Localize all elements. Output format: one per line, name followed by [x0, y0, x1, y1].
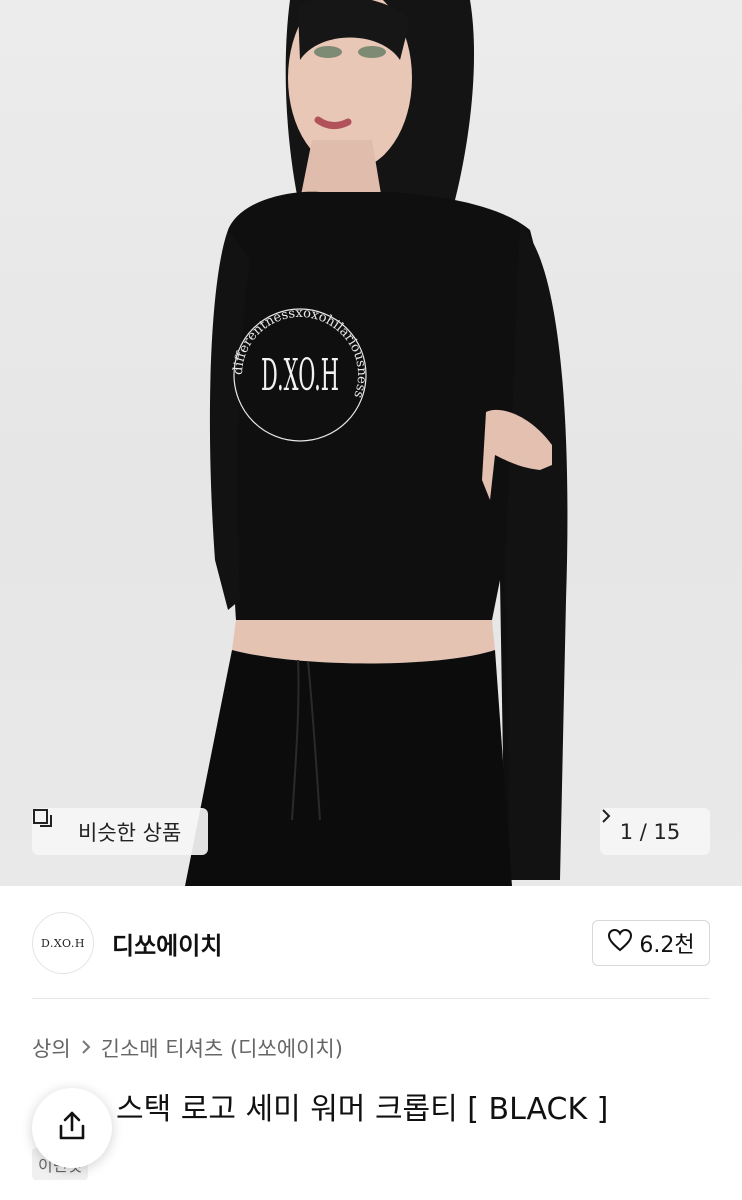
- like-button[interactable]: 6.2천: [592, 920, 710, 966]
- image-pager[interactable]: 1 / 15: [600, 808, 710, 855]
- breadcrumb-subcategory[interactable]: 긴소매 티셔츠 (디쏘에이치): [101, 1033, 343, 1063]
- like-count: 6.2천: [639, 933, 695, 958]
- chest-logo: D.XO.H: [261, 350, 339, 401]
- heart-icon: [607, 928, 633, 958]
- chevron-right-icon: [81, 1036, 91, 1061]
- share-button[interactable]: [32, 1088, 112, 1168]
- similar-products-button[interactable]: 비슷한 상품: [32, 808, 208, 855]
- breadcrumb: 상의 긴소매 티셔츠 (디쏘에이치): [32, 1032, 343, 1064]
- brand-row: D.XO.H 디쏘에이치 6.2천: [32, 911, 710, 975]
- similar-products-label: 비슷한 상품: [78, 820, 182, 845]
- pager-count: 1 / 15: [619, 819, 681, 844]
- similar-items-icon: [33, 809, 70, 843]
- share-icon: [55, 1109, 89, 1147]
- product-image-gallery[interactable]: D.XO.H differentnessxoxohilariousness 비슷…: [0, 0, 742, 886]
- product-photo: D.XO.H differentnessxoxohilariousness: [185, 0, 568, 886]
- brand-name[interactable]: 디쏘에이치: [112, 926, 222, 961]
- brand-logo[interactable]: D.XO.H: [32, 912, 94, 974]
- breadcrumb-category[interactable]: 상의: [32, 1033, 71, 1063]
- product-title: 스택 로고 세미 워머 크롭티 [ BLACK ]: [116, 1092, 609, 1127]
- divider: [32, 998, 710, 999]
